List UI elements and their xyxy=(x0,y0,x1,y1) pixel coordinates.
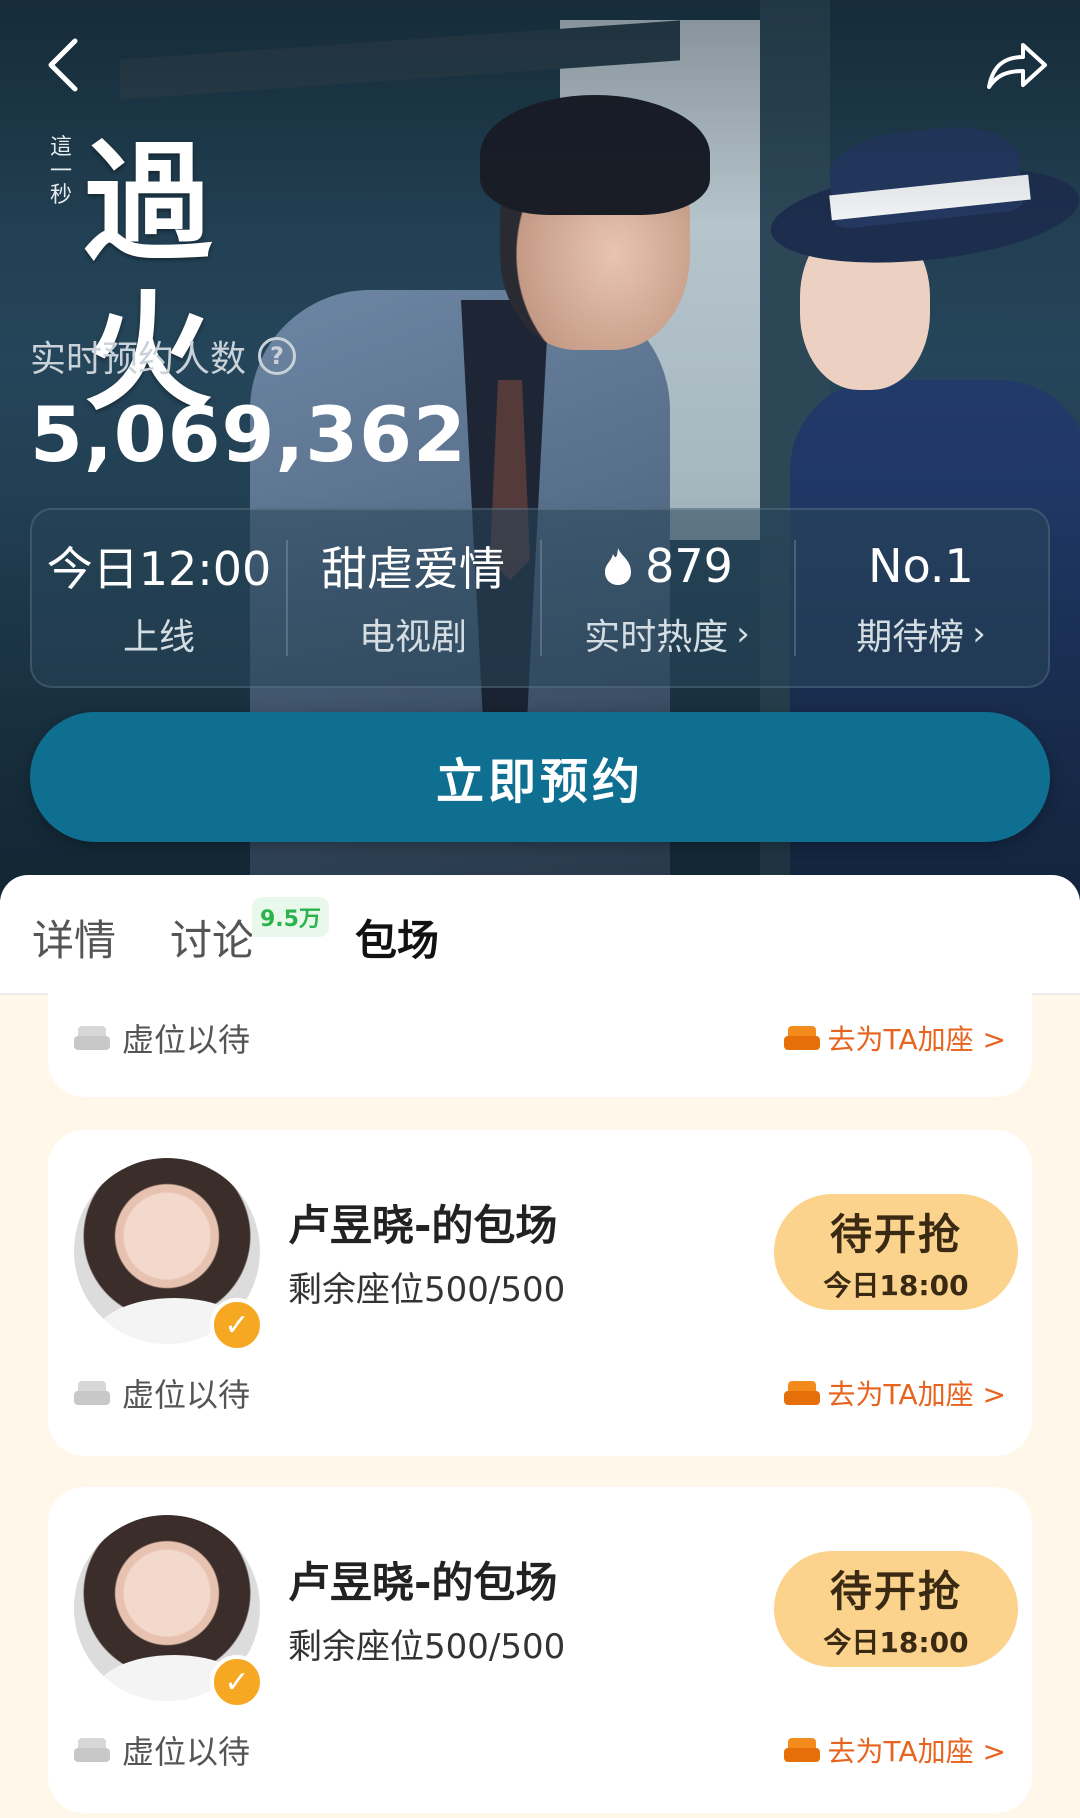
stat-heat-value: 879 xyxy=(645,539,733,593)
chevron-right-icon: › xyxy=(736,614,750,654)
waiting-text: 虚位以待 xyxy=(122,1021,251,1059)
stat-heat-label-row: 实时热度 › xyxy=(584,608,750,660)
sofa-icon xyxy=(74,1377,110,1409)
charter-list: 虚位以待 去为TA加座 > ✓ 卢昱晓-的包场 剩余座位500/500 待开抢 … xyxy=(0,977,1080,1818)
stat-heat-label: 实时热度 xyxy=(584,617,729,658)
charter-title: 卢昱晓-的包场 xyxy=(288,1201,558,1250)
tab-details[interactable]: 详情 xyxy=(32,907,116,968)
sofa-icon xyxy=(74,1734,110,1766)
chevron-right-icon: › xyxy=(972,614,986,654)
stat-heat[interactable]: 879 实时热度 › xyxy=(540,510,794,686)
stat-rank-label-row: 期待榜 › xyxy=(856,608,986,660)
add-seat-link[interactable]: 去为TA加座 > xyxy=(783,1730,1006,1770)
charter-card-partial: 虚位以待 去为TA加座 > xyxy=(48,977,1032,1097)
stat-rank[interactable]: No.1 期待榜 › xyxy=(794,510,1048,686)
tab-charter[interactable]: 包场 xyxy=(355,907,439,968)
stat-genre-label: 电视剧 xyxy=(358,617,467,658)
back-button[interactable] xyxy=(28,30,98,100)
sofa-orange-icon xyxy=(783,1377,820,1409)
sofa-orange-icon xyxy=(783,1022,820,1054)
verified-icon: ✓ xyxy=(210,1655,264,1709)
grab-button-time: 今日18:00 xyxy=(823,1625,969,1659)
help-icon[interactable]: ? xyxy=(258,337,297,375)
flame-icon xyxy=(605,548,632,585)
reservation-label: 实时预约人数 xyxy=(30,339,247,380)
discussion-count-badge: 9.5万 xyxy=(252,897,329,937)
stat-release-label: 上线 xyxy=(122,617,195,658)
grab-button-time: 今日18:00 xyxy=(823,1268,969,1302)
sofa-orange-icon xyxy=(783,1734,820,1766)
sofa-icon xyxy=(74,1022,110,1054)
page: 這一秒 過火 实时预约人数 ? 5,069,362 今日12:00 上线 甜虐爱… xyxy=(0,0,1080,1818)
waiting-status: 虚位以待 xyxy=(74,1727,250,1773)
charter-card[interactable]: ✓ 卢昱晓-的包场 剩余座位500/500 待开抢 今日18:00 虚位以待 去… xyxy=(48,1487,1032,1813)
reserve-now-button[interactable]: 立即预约 xyxy=(30,712,1050,842)
add-seat-text: 去为TA加座 > xyxy=(827,1378,1006,1411)
reservation-count: 5,069,362 xyxy=(30,390,467,479)
stat-genre-value: 甜虐爱情 xyxy=(321,542,505,596)
share-button[interactable] xyxy=(982,30,1052,100)
stat-rank-value: No.1 xyxy=(868,539,974,593)
grab-button-label: 待开抢 xyxy=(829,1566,962,1616)
grab-button[interactable]: 待开抢 今日18:00 xyxy=(774,1551,1018,1667)
stat-genre: 甜虐爱情 电视剧 xyxy=(286,510,540,686)
stat-release: 今日12:00 上线 xyxy=(32,510,286,686)
waiting-text: 虚位以待 xyxy=(122,1376,251,1414)
show-logo-title: 過火 xyxy=(84,128,212,428)
charter-title: 卢昱晓-的包场 xyxy=(288,1558,558,1607)
back-arrow-icon xyxy=(48,38,78,92)
stats-bar: 今日12:00 上线 甜虐爱情 电视剧 879 实时热度 › No.1 期待榜 … xyxy=(30,508,1050,688)
stat-rank-label: 期待榜 xyxy=(856,617,965,658)
grab-button-label: 待开抢 xyxy=(829,1209,962,1259)
seat-row: 虚位以待 去为TA加座 > xyxy=(74,1370,1006,1416)
stat-release-value: 今日12:00 xyxy=(46,542,272,596)
share-arrow-icon xyxy=(987,43,1047,89)
add-seat-link[interactable]: 去为TA加座 > xyxy=(783,1373,1006,1413)
reservation-label-row: 实时预约人数 ? xyxy=(30,330,297,382)
seat-row: 虚位以待 去为TA加座 > xyxy=(74,1015,1006,1061)
verified-icon: ✓ xyxy=(210,1298,264,1352)
seat-row: 虚位以待 去为TA加座 > xyxy=(74,1727,1006,1773)
stat-heat-value-row: 879 xyxy=(601,536,733,596)
grab-button[interactable]: 待开抢 今日18:00 xyxy=(774,1194,1018,1310)
add-seat-link[interactable]: 去为TA加座 > xyxy=(783,1018,1006,1058)
add-seat-text: 去为TA加座 > xyxy=(827,1023,1006,1056)
charter-card[interactable]: ✓ 卢昱晓-的包场 剩余座位500/500 待开抢 今日18:00 虚位以待 去… xyxy=(48,1130,1032,1456)
add-seat-text: 去为TA加座 > xyxy=(827,1735,1006,1768)
show-logo-small: 這一秒 xyxy=(50,135,73,208)
hero-poster: 這一秒 過火 实时预约人数 ? 5,069,362 今日12:00 上线 甜虐爱… xyxy=(0,0,1080,900)
seats-remaining: 剩余座位500/500 xyxy=(288,1270,566,1310)
waiting-text: 虚位以待 xyxy=(122,1733,251,1771)
waiting-status: 虚位以待 xyxy=(74,1370,250,1416)
waiting-status: 虚位以待 xyxy=(74,1015,250,1061)
show-logo: 這一秒 過火 xyxy=(50,128,270,428)
seats-remaining: 剩余座位500/500 xyxy=(288,1627,566,1667)
tab-discussion[interactable]: 讨论 xyxy=(170,907,254,968)
